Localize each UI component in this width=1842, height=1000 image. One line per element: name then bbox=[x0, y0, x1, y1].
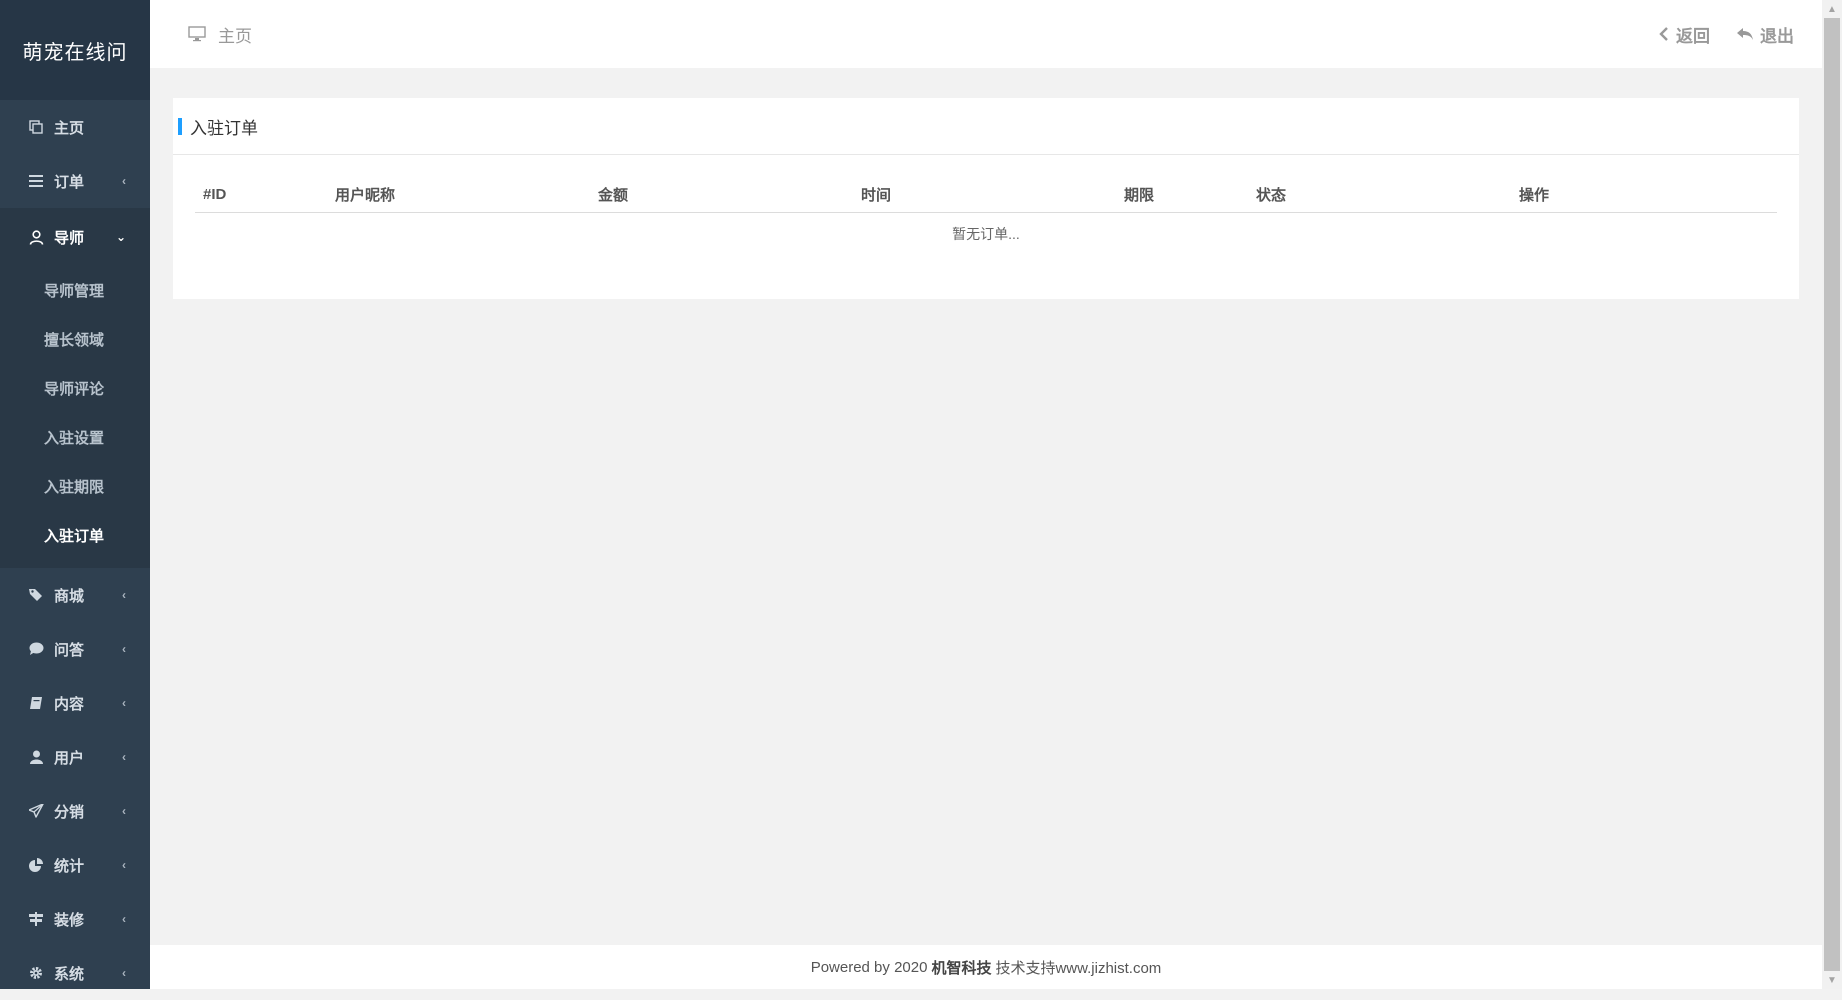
book-icon bbox=[28, 695, 44, 711]
signpost-icon bbox=[28, 911, 44, 927]
nav-home-label: 主页 bbox=[54, 119, 85, 137]
nav-content-label: 内容 bbox=[54, 695, 85, 713]
nav-decorate-label: 装修 bbox=[54, 911, 85, 929]
back-label: 返回 bbox=[1676, 26, 1710, 46]
panel-header: 入驻订单 bbox=[173, 98, 1799, 155]
col-nickname: 用户昵称 bbox=[335, 187, 396, 204]
mentor-submenu: 导师管理 擅长领域 导师评论 入驻设置 入驻期限 入驻订单 bbox=[0, 266, 150, 568]
top-actions: 返回 退出 bbox=[1632, 0, 1794, 68]
vertical-scrollbar[interactable]: ▲ ▼ bbox=[1822, 0, 1842, 989]
col-amount: 金额 bbox=[598, 187, 629, 204]
nav-users-label: 用户 bbox=[54, 749, 85, 767]
list-icon bbox=[28, 173, 44, 189]
empty-message: 暂无订单... bbox=[952, 226, 1020, 242]
chevron-left-icon: ‹ bbox=[122, 750, 126, 764]
table-header: #ID 用户昵称 金额 时间 期限 状态 操作 bbox=[195, 177, 1777, 213]
orders-panel: 入驻订单 #ID 用户昵称 金额 时间 期限 状态 操作 暂无订单... bbox=[173, 98, 1799, 299]
col-status: 状态 bbox=[1256, 187, 1287, 204]
scroll-down-arrow-icon[interactable]: ▼ bbox=[1822, 971, 1842, 989]
user-icon bbox=[28, 749, 44, 765]
col-id: #ID bbox=[203, 186, 227, 203]
back-button[interactable]: 返回 bbox=[1658, 22, 1710, 47]
nav-home[interactable]: 主页 bbox=[0, 100, 150, 154]
nav-stats-label: 统计 bbox=[54, 857, 85, 875]
footer-suffix: 技术支持www.jizhist.com bbox=[995, 959, 1162, 977]
user-outline-icon bbox=[28, 229, 44, 245]
gear-icon bbox=[28, 965, 44, 981]
breadcrumb[interactable]: 主页 bbox=[188, 22, 252, 47]
logout-label: 退出 bbox=[1760, 26, 1794, 46]
tags-icon bbox=[28, 587, 44, 603]
reply-icon bbox=[1737, 28, 1753, 40]
footer: Powered by 2020 机智科技 技术支持www.jizhist.com bbox=[150, 945, 1822, 989]
chevron-left-icon: ‹ bbox=[122, 174, 126, 188]
sub-mentor-comments[interactable]: 导师评论 bbox=[0, 364, 150, 413]
chevron-left-icon: ‹ bbox=[122, 966, 126, 980]
footer-company: 机智科技 bbox=[931, 959, 992, 977]
chevron-left-icon: ‹ bbox=[122, 588, 126, 602]
col-time: 时间 bbox=[861, 187, 892, 204]
brand-title: 萌宠在线问 bbox=[0, 0, 150, 100]
footer-prefix: Powered by 2020 bbox=[810, 958, 928, 976]
nav-distribution[interactable]: 分销 ‹ bbox=[0, 784, 150, 838]
nav-users[interactable]: 用户 ‹ bbox=[0, 730, 150, 784]
monitor-icon bbox=[188, 26, 206, 42]
paper-plane-icon bbox=[28, 803, 44, 819]
nav-shop[interactable]: 商城 ‹ bbox=[0, 568, 150, 622]
nav-stats[interactable]: 统计 ‹ bbox=[0, 838, 150, 892]
sub-mentor-manage[interactable]: 导师管理 bbox=[0, 266, 150, 315]
sub-expertise[interactable]: 擅长领域 bbox=[0, 315, 150, 364]
nav-qa[interactable]: 问答 ‹ bbox=[0, 622, 150, 676]
breadcrumb-home: 主页 bbox=[218, 26, 252, 46]
chevron-left-icon: ‹ bbox=[122, 804, 126, 818]
panel-title: 入驻订单 bbox=[190, 118, 258, 138]
nav-mentor-label: 导师 bbox=[54, 229, 85, 247]
chevron-left-icon: ‹ bbox=[122, 912, 126, 926]
nav-system-label: 系统 bbox=[54, 965, 85, 983]
scroll-up-arrow-icon[interactable]: ▲ bbox=[1822, 0, 1842, 18]
sub-join-orders[interactable]: 入驻订单 bbox=[0, 511, 150, 560]
chevron-left-icon: ‹ bbox=[122, 858, 126, 872]
chevron-left-icon: ‹ bbox=[122, 696, 126, 710]
nav-mentor[interactable]: 导师 ⌄ bbox=[0, 208, 150, 266]
nav-orders[interactable]: 订单 ‹ bbox=[0, 154, 150, 208]
orders-table: #ID 用户昵称 金额 时间 期限 状态 操作 暂无订单... bbox=[195, 177, 1777, 244]
chevron-down-icon: ⌄ bbox=[115, 230, 126, 244]
chevron-left-icon bbox=[1659, 27, 1668, 41]
col-period: 期限 bbox=[1124, 187, 1155, 204]
logout-button[interactable]: 退出 bbox=[1736, 22, 1794, 47]
nav-system[interactable]: 系统 ‹ bbox=[0, 946, 150, 1000]
nav-distribution-label: 分销 bbox=[54, 803, 85, 821]
sub-join-period[interactable]: 入驻期限 bbox=[0, 462, 150, 511]
sidebar: 萌宠在线问 主页 订单 ‹ 导师 ⌄ 导师管理 擅长领域 导师评论 入驻设置 入… bbox=[0, 0, 150, 989]
title-accent-bar bbox=[178, 117, 182, 135]
comment-icon bbox=[28, 641, 44, 657]
chevron-left-icon: ‹ bbox=[122, 642, 126, 656]
nav-shop-label: 商城 bbox=[54, 587, 85, 605]
scroll-thumb[interactable] bbox=[1824, 18, 1840, 971]
copy-icon bbox=[28, 119, 44, 135]
col-actions: 操作 bbox=[1519, 187, 1550, 204]
nav-content[interactable]: 内容 ‹ bbox=[0, 676, 150, 730]
nav-orders-label: 订单 bbox=[54, 173, 85, 191]
topbar: 主页 返回 退出 bbox=[150, 0, 1822, 68]
nav-qa-label: 问答 bbox=[54, 641, 85, 659]
sub-join-settings[interactable]: 入驻设置 bbox=[0, 413, 150, 462]
pie-chart-icon bbox=[28, 857, 44, 873]
nav-decorate[interactable]: 装修 ‹ bbox=[0, 892, 150, 946]
